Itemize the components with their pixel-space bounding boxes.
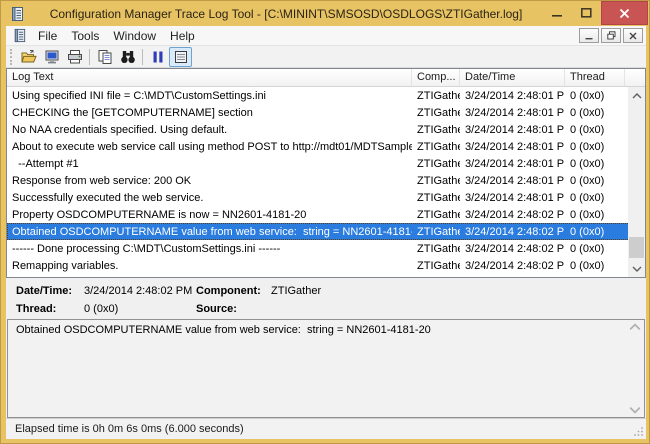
column-header-component[interactable]: Comp...	[412, 69, 460, 86]
toolbar-grip[interactable]	[10, 49, 14, 65]
scroll-up-arrow[interactable]	[628, 87, 645, 104]
mdi-minimize-button[interactable]	[579, 28, 599, 43]
mdi-close-button[interactable]	[623, 28, 643, 43]
column-header-logtext[interactable]: Log Text	[7, 69, 412, 86]
open-remote-log-button[interactable]	[40, 47, 63, 67]
menu-window[interactable]: Window	[106, 27, 163, 45]
vertical-scrollbar[interactable]	[628, 87, 645, 277]
detail-scroll-up-icon[interactable]	[629, 323, 641, 331]
pause-icon	[150, 49, 166, 65]
binoculars-icon	[120, 49, 136, 65]
log-row[interactable]: Property TaskSequenceID is now ...ZTIGat…	[7, 274, 630, 277]
log-row[interactable]: Response from web service: 200 OKZTIGath…	[7, 172, 630, 189]
log-row[interactable]: ------ Done processing C:\MDT\CustomSett…	[7, 240, 630, 257]
toolbar	[6, 46, 646, 68]
status-text: Elapsed time is 0h 0m 6s 0ms (6.000 seco…	[15, 423, 244, 435]
copy-button[interactable]	[93, 47, 116, 67]
detail-view-toggle-button[interactable]	[169, 47, 192, 67]
status-bar: Elapsed time is 0h 0m 6s 0ms (6.000 seco…	[6, 418, 646, 439]
scroll-down-arrow[interactable]	[628, 260, 645, 277]
log-row[interactable]: About to execute web service call using …	[7, 138, 630, 155]
source-label: Source:	[196, 303, 271, 315]
detail-panel: Date/Time: 3/24/2014 2:48:02 PM Componen…	[6, 278, 646, 319]
printer-icon	[67, 49, 83, 65]
chevron-up-icon	[632, 93, 642, 99]
title-bar[interactable]: Configuration Manager Trace Log Tool - […	[1, 1, 649, 26]
component-label: Component:	[196, 285, 271, 297]
log-row-selected[interactable]: Obtained OSDCOMPUTERNAME value from web …	[7, 223, 630, 240]
column-header-filler	[625, 69, 645, 86]
maximize-icon	[581, 8, 592, 18]
log-list-frame: Log Text Comp... Date/Time Thread Using …	[6, 68, 646, 278]
open-folder-icon	[21, 49, 37, 65]
mdi-close-icon	[629, 32, 637, 40]
app-log-icon	[9, 6, 25, 22]
pause-button[interactable]	[146, 47, 169, 67]
toolbar-separator	[142, 49, 143, 65]
computer-icon	[44, 49, 60, 65]
print-button[interactable]	[63, 47, 86, 67]
datetime-label: Date/Time:	[16, 285, 84, 297]
log-row[interactable]: --Attempt #1ZTIGather3/24/2014 2:48:01 P…	[7, 155, 630, 172]
datetime-value: 3/24/2014 2:48:02 PM	[84, 285, 196, 297]
menu-bar: File Tools Window Help	[6, 26, 646, 46]
thread-label: Thread:	[16, 303, 84, 315]
mdi-minimize-icon	[585, 32, 593, 40]
thread-value: 0 (0x0)	[84, 303, 196, 315]
resize-grip[interactable]	[634, 427, 644, 437]
chevron-down-icon	[632, 266, 642, 272]
minimize-button[interactable]	[543, 1, 572, 25]
mdi-window-controls	[579, 28, 646, 43]
detail-view-icon	[173, 49, 189, 65]
minimize-icon	[552, 8, 563, 18]
find-button[interactable]	[116, 47, 139, 67]
toolbar-separator	[89, 49, 90, 65]
close-button[interactable]	[601, 1, 648, 25]
maximize-button[interactable]	[572, 1, 601, 25]
detail-text: Obtained OSDCOMPUTERNAME value from web …	[8, 320, 644, 336]
mdi-restore-button[interactable]	[601, 28, 621, 43]
mdi-restore-icon	[607, 31, 616, 40]
column-header-datetime[interactable]: Date/Time	[460, 69, 565, 86]
window-title: Configuration Manager Trace Log Tool - […	[25, 7, 543, 21]
menu-file[interactable]: File	[31, 27, 64, 45]
column-headers: Log Text Comp... Date/Time Thread	[7, 69, 645, 87]
log-row[interactable]: Property OSDCOMPUTERNAME is now = NN2601…	[7, 206, 630, 223]
log-list: Using specified INI file = C:\MDT\Custom…	[7, 87, 645, 277]
log-row[interactable]: Using specified INI file = C:\MDT\Custom…	[7, 87, 630, 104]
detail-text-box[interactable]: Obtained OSDCOMPUTERNAME value from web …	[7, 319, 645, 418]
log-row[interactable]: CHECKING the [GETCOMPUTERNAME] sectionZT…	[7, 104, 630, 121]
scrollbar-thumb[interactable]	[629, 237, 644, 258]
column-header-thread[interactable]: Thread	[565, 69, 625, 86]
open-file-button[interactable]	[17, 47, 40, 67]
close-icon	[619, 8, 630, 19]
app-window: Configuration Manager Trace Log Tool - […	[0, 0, 650, 444]
copy-icon	[97, 49, 113, 65]
component-value: ZTIGather	[271, 285, 646, 297]
document-icon	[12, 28, 27, 43]
menu-tools[interactable]: Tools	[64, 27, 106, 45]
log-row[interactable]: No NAA credentials specified. Using defa…	[7, 121, 630, 138]
detail-scroll-down-icon[interactable]	[629, 406, 641, 414]
log-row[interactable]: Remapping variables.ZTIGather3/24/2014 2…	[7, 257, 630, 274]
log-row[interactable]: Successfully executed the web service.ZT…	[7, 189, 630, 206]
menu-help[interactable]: Help	[163, 27, 202, 45]
